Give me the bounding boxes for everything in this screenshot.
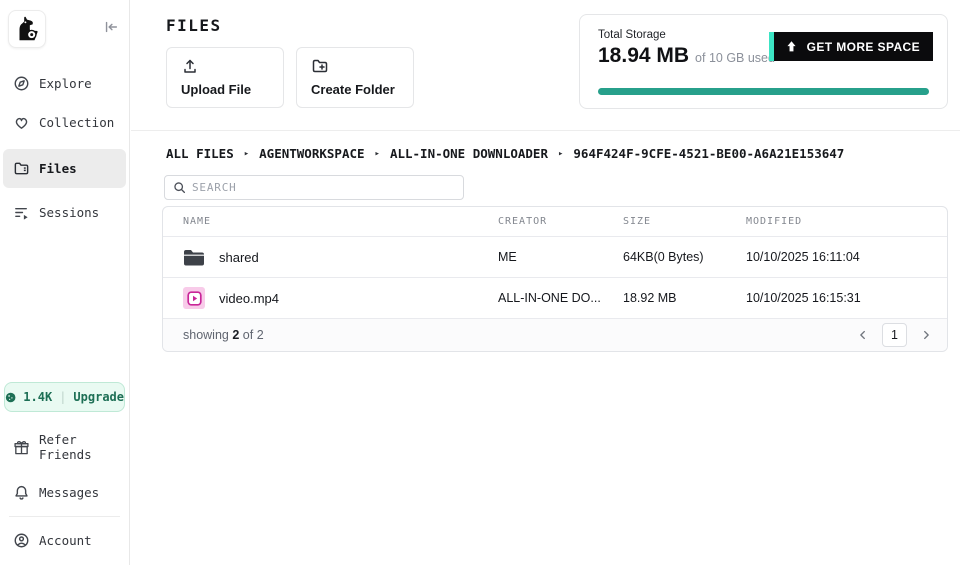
file-name-cell: shared <box>163 246 498 268</box>
storage-progress-fill <box>598 88 929 95</box>
file-modified: 10/10/2025 16:11:04 <box>746 250 947 264</box>
breadcrumb: ALL FILES ▸ AGENTWORKSPACE ▸ ALL-IN-ONE … <box>166 146 844 161</box>
sidebar-item-explore[interactable]: Explore <box>0 64 129 103</box>
table-footer: showing 2 of 2 1 <box>163 318 947 351</box>
sidebar-nav: Explore Collection Files <box>0 64 129 232</box>
sidebar-item-collection[interactable]: Collection <box>0 103 129 142</box>
get-more-space-button[interactable]: GET MORE SPACE <box>769 32 933 61</box>
gift-icon <box>13 439 30 456</box>
storage-progress-track <box>598 88 929 95</box>
sessions-list-icon <box>13 204 30 221</box>
create-folder-label: Create Folder <box>311 82 399 97</box>
chevron-left-icon <box>857 329 869 341</box>
video-file-icon <box>183 287 205 309</box>
column-header-size: SIZE <box>623 216 746 227</box>
pagination: 1 <box>854 323 935 347</box>
breadcrumb-separator-icon: ▸ <box>244 149 249 159</box>
showing-count: showing 2 of 2 <box>183 328 264 342</box>
file-name-cell: video.mp4 <box>163 287 498 309</box>
search-box <box>164 175 464 200</box>
showing-label: showing <box>183 328 229 342</box>
breadcrumb-separator-icon: ▸ <box>375 149 380 159</box>
breadcrumb-separator-icon: ▸ <box>558 149 563 159</box>
account-icon <box>13 532 30 549</box>
file-size: 64KB(0 Bytes) <box>623 250 746 264</box>
sidebar-item-label: Messages <box>39 485 99 500</box>
file-size: 18.92 MB <box>623 291 746 305</box>
sidebar-item-label: Collection <box>39 115 114 130</box>
credits-count: 1.4K <box>23 390 52 404</box>
page-number-button[interactable]: 1 <box>882 323 907 347</box>
page-title: FILES <box>166 16 222 35</box>
upload-file-label: Upload File <box>181 82 269 97</box>
page-header: FILES Upload File Create Folder Total St… <box>131 0 960 131</box>
column-header-modified: MODIFIED <box>746 216 947 227</box>
search-input[interactable] <box>192 181 455 194</box>
breadcrumb-item-all-files[interactable]: ALL FILES <box>166 146 234 161</box>
app-logo[interactable] <box>8 10 46 48</box>
upload-icon <box>181 57 199 75</box>
coin-icon <box>5 390 16 405</box>
get-more-space-label: GET MORE SPACE <box>807 40 920 54</box>
prev-page-button[interactable] <box>854 326 872 344</box>
sidebar-logo-row <box>0 0 129 48</box>
sidebar-item-sessions[interactable]: Sessions <box>0 193 129 232</box>
folder-file-icon <box>183 246 205 268</box>
upgrade-link[interactable]: Upgrade <box>73 390 124 404</box>
sidebar-item-label: Refer Friends <box>39 432 125 462</box>
heart-icon <box>13 114 30 131</box>
sidebar: Explore Collection Files <box>0 0 130 565</box>
collapse-sidebar-icon <box>103 19 119 35</box>
breadcrumb-item-uuid[interactable]: 964F424F-9CFE-4521-BE00-A6A21E153647 <box>573 146 844 161</box>
bell-icon <box>13 484 30 501</box>
breadcrumb-item-downloader[interactable]: ALL-IN-ONE DOWNLOADER <box>390 146 548 161</box>
storage-value: 18.94 MB of 10 GB used <box>598 44 775 68</box>
folder-icon <box>13 160 30 177</box>
search-icon <box>173 181 186 194</box>
storage-card: Total Storage 18.94 MB of 10 GB used GET… <box>579 14 948 109</box>
app-root: Explore Collection Files <box>0 0 960 565</box>
file-name: video.mp4 <box>219 291 279 306</box>
storage-used-value: 18.94 MB <box>598 44 689 68</box>
file-creator: ALL-IN-ONE DO... <box>498 291 623 305</box>
column-header-name: NAME <box>163 216 498 227</box>
chevron-right-icon <box>920 329 932 341</box>
sidebar-spacer <box>0 232 129 382</box>
llama-logo-icon <box>12 14 42 44</box>
sidebar-bottom: 1.4K | Upgrade Refer Friends <box>0 382 129 565</box>
sidebar-item-label: Files <box>39 161 77 176</box>
sidebar-divider <box>9 516 120 517</box>
breadcrumb-item-agentworkspace[interactable]: AGENTWORKSPACE <box>259 146 364 161</box>
compass-icon <box>13 75 30 92</box>
file-creator: ME <box>498 250 623 264</box>
create-folder-button[interactable]: Create Folder <box>296 47 414 108</box>
table-header-row: NAME CREATOR SIZE MODIFIED <box>163 207 947 236</box>
badge-divider: | <box>59 390 66 404</box>
files-table: NAME CREATOR SIZE MODIFIED shared ME 64 <box>162 206 948 352</box>
table-row-shared-folder[interactable]: shared ME 64KB(0 Bytes) 10/10/2025 16:11… <box>163 236 947 277</box>
sidebar-item-messages[interactable]: Messages <box>0 473 129 512</box>
credits-upgrade-badge[interactable]: 1.4K | Upgrade <box>4 382 125 412</box>
sidebar-item-account[interactable]: Account <box>0 521 129 560</box>
column-header-creator: CREATOR <box>498 216 623 227</box>
action-cards: Upload File Create Folder <box>166 47 414 108</box>
file-name: shared <box>219 250 259 265</box>
sidebar-item-refer-friends[interactable]: Refer Friends <box>0 421 129 473</box>
showing-count-value: 2 <box>232 328 239 342</box>
sidebar-item-label: Sessions <box>39 205 99 220</box>
main-content: ALL FILES ▸ AGENTWORKSPACE ▸ ALL-IN-ONE … <box>131 131 960 565</box>
sidebar-item-label: Explore <box>39 76 92 91</box>
showing-of-label: of 2 <box>243 328 264 342</box>
folder-plus-icon <box>311 57 329 75</box>
upload-file-button[interactable]: Upload File <box>166 47 284 108</box>
file-modified: 10/10/2025 16:15:31 <box>746 291 947 305</box>
sidebar-item-files[interactable]: Files <box>3 149 126 188</box>
arrow-up-icon <box>785 40 798 53</box>
storage-suffix: of 10 GB used <box>695 51 775 65</box>
sidebar-item-label: Account <box>39 533 92 548</box>
next-page-button[interactable] <box>917 326 935 344</box>
table-row-video-file[interactable]: video.mp4 ALL-IN-ONE DO... 18.92 MB 10/1… <box>163 277 947 318</box>
storage-label: Total Storage <box>598 29 666 41</box>
sidebar-collapse-button[interactable] <box>103 19 119 35</box>
